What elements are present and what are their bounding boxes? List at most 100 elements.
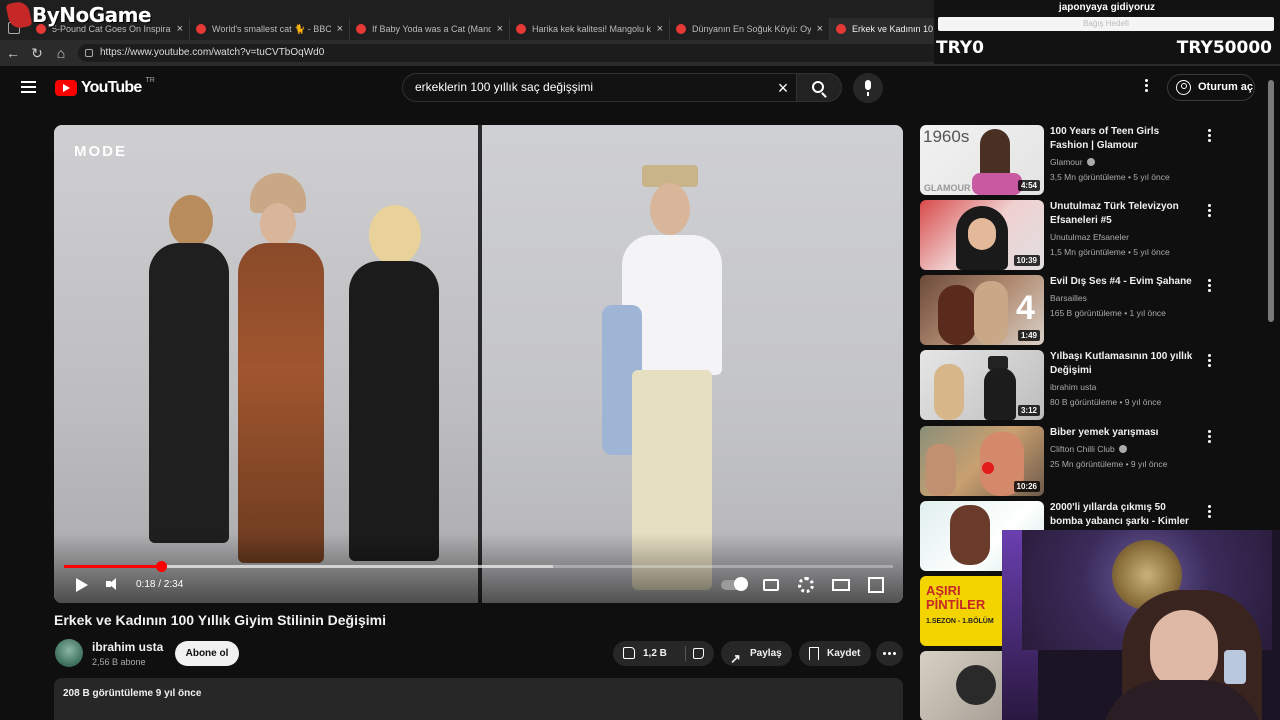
dislike-icon[interactable] <box>693 648 704 659</box>
video-meta: 1,5 Mn görüntüleme • 5 yıl önce <box>1050 247 1170 257</box>
sign-in-label: Oturum aç <box>1198 81 1254 93</box>
drink-can <box>1224 650 1246 684</box>
channel-name[interactable]: Barsailles <box>1050 293 1087 303</box>
browser-tab[interactable]: Dünyanın En Soğuk Köyü: Oymya × <box>670 18 830 40</box>
save-button[interactable]: Kaydet <box>799 641 871 666</box>
search-button[interactable] <box>796 73 842 102</box>
browser-tab[interactable]: Harika kek kalitesi! Mangolu köpe × <box>510 18 670 40</box>
browser-tab[interactable]: If Baby Yoda was a Cat (Mandalor × <box>350 18 510 40</box>
page-scrollbar[interactable] <box>1268 80 1274 322</box>
video-menu-icon[interactable] <box>1208 354 1211 367</box>
channel-avatar[interactable] <box>55 639 83 667</box>
video-duration: 10:26 <box>1013 481 1040 492</box>
like-dislike-group: 1,2 B <box>613 641 714 666</box>
video-meta: 25 Mn görüntüleme • 9 yıl önce <box>1050 459 1168 469</box>
tab-close-icon[interactable]: × <box>497 23 503 35</box>
youtube-logo[interactable]: YouTube TR <box>55 77 155 97</box>
clear-search-icon[interactable]: × <box>774 79 792 97</box>
video-title[interactable]: Yılbaşı Kutlamasının 100 yıllık Değişimi <box>1050 350 1200 378</box>
youtube-favicon-icon <box>516 24 526 34</box>
video-player[interactable]: MODE 0:18 / 2:34 <box>54 125 903 603</box>
verified-badge-icon <box>1118 445 1127 453</box>
video-title[interactable]: Unutulmaz Türk Televizyon Efsaneleri #5 <box>1050 200 1200 228</box>
autoplay-toggle[interactable] <box>721 577 748 591</box>
like-icon[interactable] <box>623 647 635 659</box>
donation-goal-title: japonyaya gidiyoruz <box>1058 2 1156 13</box>
video-title[interactable]: Biber yemek yarışması <box>1050 426 1200 440</box>
more-actions-button[interactable] <box>876 641 903 666</box>
home-icon[interactable]: ⌂ <box>52 44 70 62</box>
theater-mode-icon[interactable] <box>832 579 850 591</box>
menu-icon[interactable] <box>21 81 36 93</box>
video-menu-icon[interactable] <box>1208 430 1211 443</box>
tab-title: World's smallest cat 🐈 - BBC - Yo <box>212 23 331 34</box>
channel-name[interactable]: Clifton Chilli Club <box>1050 444 1127 454</box>
thumbnail-text: 4 <box>1016 289 1035 327</box>
video-meta: 165 B görüntüleme • 1 yıl önce <box>1050 308 1166 318</box>
sign-in-button[interactable]: Oturum aç <box>1167 74 1255 101</box>
reload-icon[interactable]: ↻ <box>28 44 46 62</box>
progress-bar[interactable] <box>64 561 893 572</box>
logo-text: YouTube <box>81 79 142 96</box>
video-menu-icon[interactable] <box>1208 279 1211 292</box>
recommendation-item[interactable]: 3:12 Yılbaşı Kutlamasının 100 yıllık Değ… <box>920 350 1250 420</box>
recommendation-item[interactable]: 4 1:49 Evil Dış Ses #4 - Evim Şahane Bar… <box>920 275 1250 345</box>
tab-title: Harika kek kalitesi! Mangolu köpe <box>532 24 651 34</box>
channel-name[interactable]: Glamour <box>1050 157 1095 167</box>
video-title[interactable]: 100 Years of Teen Girls Fashion | Glamou… <box>1050 125 1200 153</box>
youtube-favicon-icon <box>196 24 206 34</box>
video-duration: 10:39 <box>1013 255 1040 266</box>
share-label: Paylaş <box>750 648 782 659</box>
video-menu-icon[interactable] <box>1208 204 1211 217</box>
share-button[interactable]: ↗ Paylaş <box>721 641 792 666</box>
video-menu-icon[interactable] <box>1208 505 1211 518</box>
channel-name[interactable]: ibrahim usta <box>1050 382 1096 392</box>
video-thumbnail[interactable]: 3:12 <box>920 350 1044 420</box>
browser-tab-active[interactable]: Erkek ve Kadının 100 Yıllık Giyim <box>830 18 940 40</box>
video-title[interactable]: Evil Dış Ses #4 - Evim Şahane <box>1050 275 1200 289</box>
site-info-icon[interactable] <box>85 49 93 57</box>
description-box[interactable] <box>54 678 903 720</box>
url-text: https://www.youtube.com/watch?v=tuCVTbOq… <box>100 47 325 58</box>
video-menu-icon[interactable] <box>1208 129 1211 142</box>
video-frame-right <box>482 125 903 603</box>
recommendation-item[interactable]: 1960s GLAMOUR 4:54 100 Years of Teen Gir… <box>920 125 1250 195</box>
scrubber-handle[interactable] <box>155 561 167 572</box>
tab-close-icon[interactable]: × <box>177 23 183 35</box>
youtube-play-icon <box>55 80 77 96</box>
channel-name[interactable]: ibrahim usta <box>92 640 163 654</box>
webcam-overlay <box>1002 530 1280 720</box>
tab-title: If Baby Yoda was a Cat (Mandalor <box>372 24 491 34</box>
subscribe-button[interactable]: Abone ol <box>175 641 239 666</box>
video-thumbnail[interactable]: 10:39 <box>920 200 1044 270</box>
tab-close-icon[interactable]: × <box>657 23 663 35</box>
volume-icon[interactable] <box>106 575 122 595</box>
youtube-favicon-icon <box>836 24 846 34</box>
video-thumbnail[interactable]: 4 1:49 <box>920 275 1044 345</box>
search-input[interactable]: erkeklerin 100 yıllık saç değişşimi <box>402 73 802 102</box>
fullscreen-icon[interactable] <box>868 577 884 593</box>
voice-search-icon[interactable] <box>853 73 883 103</box>
play-icon[interactable] <box>74 575 88 595</box>
recommendation-item[interactable]: 10:39 Unutulmaz Türk Televizyon Efsanele… <box>920 200 1250 270</box>
browser-tab[interactable]: World's smallest cat 🐈 - BBC - Yo × <box>190 18 350 40</box>
video-duration: 3:12 <box>1017 405 1040 416</box>
settings-more-icon[interactable] <box>1142 79 1150 95</box>
tab-close-icon[interactable]: × <box>337 23 343 35</box>
channel-name[interactable]: Unutulmaz Efsaneler <box>1050 232 1129 242</box>
subtitles-icon[interactable] <box>763 579 779 591</box>
video-meta: 80 B görüntüleme • 9 yıl önce <box>1050 397 1162 407</box>
donation-goal-bar: Bağış Hedefi <box>938 17 1274 31</box>
video-thumbnail[interactable]: 10:26 <box>920 426 1044 496</box>
like-count[interactable]: 1,2 B <box>643 641 667 666</box>
tab-close-icon[interactable]: × <box>817 23 823 35</box>
tab-title: Dünyanın En Soğuk Köyü: Oymya <box>692 24 811 34</box>
video-thumbnail[interactable]: 1960s GLAMOUR 4:54 <box>920 125 1044 195</box>
brand-mark-icon <box>5 0 33 31</box>
recommendation-item[interactable]: 10:26 Biber yemek yarışması Clifton Chil… <box>920 426 1250 496</box>
video-duration: 4:54 <box>1017 180 1040 191</box>
back-arrow-icon[interactable]: ← <box>4 44 22 62</box>
gear-icon[interactable] <box>798 577 814 593</box>
tab-title: Erkek ve Kadının 100 Yıllık Giyim <box>852 24 933 34</box>
more-horizontal-icon <box>883 652 896 655</box>
